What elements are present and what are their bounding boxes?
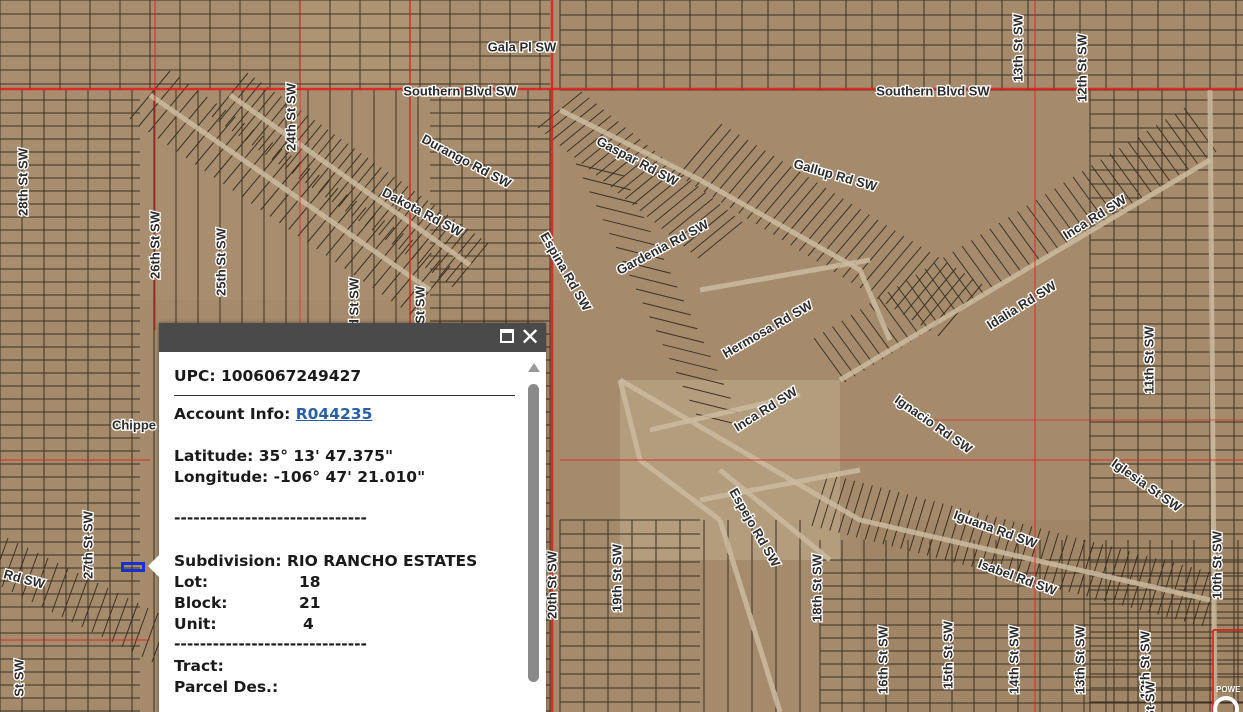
- divider-line: [174, 395, 515, 396]
- powered-text: POWE: [1216, 685, 1241, 694]
- lot-value: 18: [299, 573, 321, 591]
- street-label-st-sw-right: St SW: [1142, 680, 1157, 712]
- street-label-13th-st-s: 13th St SW: [1072, 625, 1087, 694]
- latitude-row: Latitude: 35° 13' 47.375": [174, 446, 393, 466]
- account-label: Account Info:: [174, 405, 291, 423]
- street-label-24th-st: 24th St SW: [283, 82, 298, 151]
- street-label-26th-st: 26th St SW: [147, 210, 162, 279]
- upc-row: UPC: 1006067249427: [174, 366, 361, 386]
- unit-value: 4: [303, 615, 314, 633]
- lot-label: Lot:: [174, 573, 209, 591]
- lot-row: Lot: 18: [174, 572, 321, 592]
- unit-row: Unit: 4: [174, 614, 314, 634]
- street-label-27th-st: 27th St SW: [80, 510, 95, 579]
- subdivision-row: Subdivision: RIO RANCHO ESTATES: [174, 551, 477, 571]
- latitude-label: Latitude:: [174, 447, 254, 465]
- street-label-gala-pl: Gala Pl SW: [488, 39, 557, 54]
- street-label-15th-st: 15th St SW: [940, 620, 955, 689]
- street-label-14th-st: 14th St SW: [1006, 625, 1021, 694]
- street-label-12th-st-n: 12th St SW: [1074, 33, 1089, 102]
- maximize-icon[interactable]: [500, 329, 514, 343]
- parcel-des-label: Parcel Des.:: [174, 678, 279, 696]
- block-row: Block: 21: [174, 593, 321, 613]
- popup-pointer: [148, 555, 159, 577]
- longitude-label: Longitude:: [174, 468, 269, 486]
- tract-label: Tract:: [174, 657, 224, 675]
- street-label-13th-st-n: 13th St SW: [1010, 13, 1025, 82]
- upc-label: UPC:: [174, 367, 216, 385]
- street-label-16th-st: 16th St SW: [875, 625, 890, 694]
- parcel-des-row: Parcel Des.:: [174, 677, 284, 697]
- scroll-up-arrow-icon[interactable]: [528, 363, 540, 372]
- longitude-value: -106° 47' 21.010": [273, 468, 426, 486]
- block-label: Block:: [174, 594, 228, 612]
- subdivision-label: Subdivision:: [174, 552, 282, 570]
- street-label-25th-st: 25th St SW: [213, 227, 228, 296]
- account-row: Account Info: R044235: [174, 404, 372, 424]
- dash-divider: ------------------------------: [174, 509, 367, 527]
- street-label-28th-st: 28th St SW: [15, 147, 30, 216]
- longitude-row: Longitude: -106° 47' 21.010": [174, 467, 425, 487]
- street-label-20th-st: 20th St SW: [544, 550, 559, 619]
- popup-scrollbar[interactable]: [528, 363, 540, 703]
- parcel-info-popup: ✕ UPC: 1006067249427 Account Info: R0442…: [148, 323, 546, 712]
- street-label-southern-blvd-w: Southern Blvd SW: [403, 83, 517, 98]
- street-label-southern-blvd-e: Southern Blvd SW: [876, 83, 990, 98]
- account-link[interactable]: R044235: [296, 405, 373, 423]
- tract-row: Tract:: [174, 656, 229, 676]
- unit-label: Unit:: [174, 615, 217, 633]
- close-icon[interactable]: ✕: [520, 325, 540, 349]
- street-label-10th-st: 10th St SW: [1209, 530, 1224, 599]
- street-label-st-sw-bottom: St SW: [11, 658, 26, 696]
- esri-logo-icon: [1213, 696, 1239, 712]
- subdivision-value: RIO RANCHO ESTATES: [286, 552, 478, 570]
- latitude-value: 35° 13' 47.375": [258, 447, 394, 465]
- street-label-18th-st: 18th St SW: [809, 553, 824, 622]
- street-label-st-sw-frag: St SW: [412, 285, 427, 323]
- street-label-11th-st: 11th St SW: [1141, 326, 1156, 394]
- upc-value: 1006067249427: [220, 367, 362, 385]
- popup-header: ✕: [159, 323, 546, 352]
- powered-by-esri-badge: POWE: [1213, 684, 1243, 712]
- popup-content: UPC: 1006067249427 Account Info: R044235…: [174, 366, 519, 712]
- street-label-chippe-frag: Chippe: [112, 417, 156, 432]
- block-value: 21: [299, 594, 321, 612]
- selected-parcel-outline[interactable]: [121, 562, 145, 572]
- scrollbar-thumb[interactable]: [528, 384, 539, 682]
- street-label-19th-st: 19th St SW: [609, 543, 624, 612]
- dash-divider-2: ------------------------------: [174, 635, 367, 653]
